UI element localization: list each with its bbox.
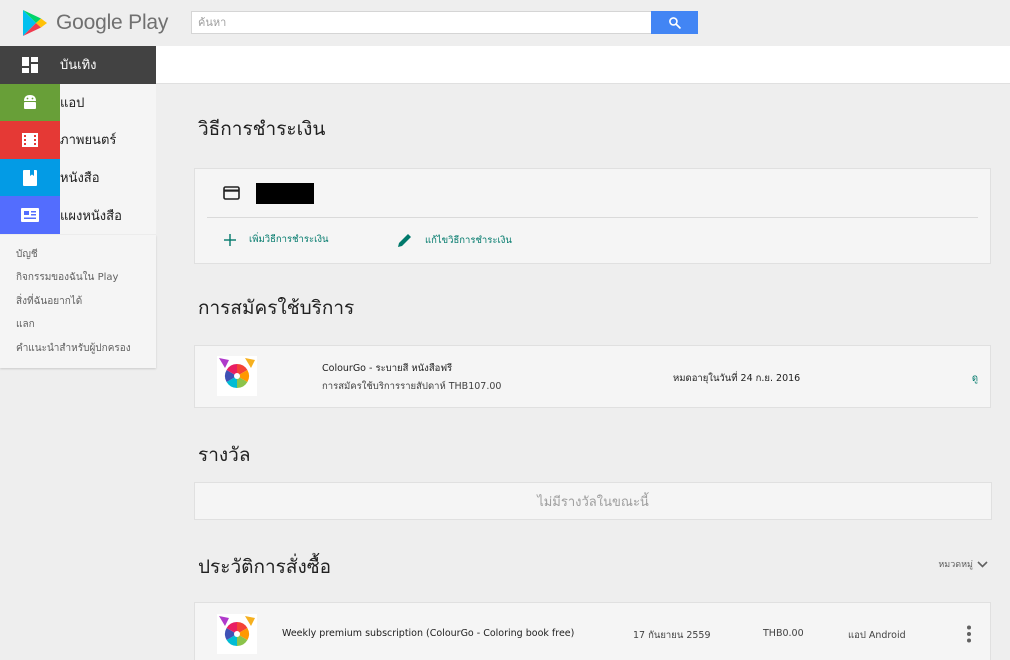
sidebar: บันเทิง แอป ภาพยนตร์ หนังสือ แผงหนังสือ … xyxy=(0,46,156,369)
edit-payment-label: แก้ไขวิธีการชำระเงิน xyxy=(425,234,512,246)
link-redeem[interactable]: แลก xyxy=(16,313,156,337)
rewards-empty-card: ไม่มีรางวัลในขณะนี้ xyxy=(194,482,992,520)
credit-card-icon xyxy=(223,186,240,200)
plus-icon xyxy=(224,233,236,246)
colourgo-app-icon[interactable] xyxy=(217,614,257,654)
sidebar-item-apps[interactable]: แอป xyxy=(0,83,156,122)
order-type: แอป Android xyxy=(848,630,906,641)
rewards-empty-text: ไม่มีรางวัลในขณะนี้ xyxy=(537,494,649,510)
search-bar xyxy=(191,11,698,34)
order-price: THB0.00 xyxy=(763,628,804,639)
subscription-detail: การสมัครใช้บริการรายสัปดาห์ THB107.00 xyxy=(322,381,502,392)
link-wishlist[interactable]: สิ่งที่ฉันอยากได้ xyxy=(16,290,156,314)
order-date: 17 กันยายน 2559 xyxy=(633,630,711,641)
play-logo-icon xyxy=(23,10,47,36)
rewards-title: รางวัล xyxy=(198,444,251,466)
divider xyxy=(207,217,978,218)
payment-methods-card: เพิ่มวิธีการชำระเงิน แก้ไขวิธีการชำระเงิ… xyxy=(194,168,991,264)
colourgo-app-icon[interactable] xyxy=(217,356,257,396)
link-account[interactable]: บัญชี xyxy=(16,243,156,267)
film-icon xyxy=(0,121,60,159)
link-parent-guide[interactable]: คำแนะนำสำหรับผู้ปกครอง xyxy=(16,337,156,361)
link-my-play-activity[interactable]: กิจกรรมของฉันใน Play xyxy=(16,266,156,290)
subscription-name: ColourGo - ระบายสี หนังสือฟรี xyxy=(322,363,453,374)
subscription-expiry: หมดอายุในวันที่ 24 ก.ย. 2016 xyxy=(673,373,801,384)
android-icon xyxy=(0,83,60,122)
brand-name: Google Play xyxy=(56,11,169,34)
edit-payment-method-button[interactable]: แก้ไขวิธีการชำระเงิน xyxy=(397,232,512,248)
redacted-card-number xyxy=(256,183,314,204)
sidebar-item-label: แผงหนังสือ xyxy=(60,208,122,224)
sidebar-item-newsstand[interactable]: แผงหนังสือ xyxy=(0,196,156,234)
content-header-strip xyxy=(156,46,1010,84)
subscription-row: ColourGo - ระบายสี หนังสือฟรี การสมัครใช… xyxy=(194,345,991,408)
sidebar-item-label: ภาพยนตร์ xyxy=(60,133,117,149)
main-content: วิธีการชำระเงิน เพิ่มวิธีการชำระเงิน แก้… xyxy=(156,84,1010,660)
top-bar: Google Play xyxy=(0,0,1010,46)
add-payment-method-button[interactable]: เพิ่มวิธีการชำระเงิน xyxy=(223,232,328,247)
search-input[interactable] xyxy=(191,11,651,34)
newsstand-icon xyxy=(0,196,60,234)
sidebar-item-label: หนังสือ xyxy=(60,171,100,187)
order-item-name: Weekly premium subscription (ColourGo - … xyxy=(282,628,575,639)
sidebar-item-books[interactable]: หนังสือ xyxy=(0,158,156,197)
entertainment-icon xyxy=(0,46,60,84)
search-button[interactable] xyxy=(651,11,698,34)
sidebar-item-entertainment[interactable]: บันเทิง xyxy=(0,46,156,84)
chevron-down-icon xyxy=(977,560,988,568)
search-icon xyxy=(669,17,681,29)
view-subscription-link[interactable]: ดู xyxy=(972,371,978,386)
more-options-button[interactable] xyxy=(966,625,972,647)
google-play-logo[interactable]: Google Play xyxy=(22,9,168,37)
subscriptions-title: การสมัครใช้บริการ xyxy=(198,297,355,319)
order-history-title: ประวัติการสั่งซื้อ xyxy=(198,556,332,578)
sidebar-item-label: แอป xyxy=(60,95,85,111)
sidebar-item-movies[interactable]: ภาพยนตร์ xyxy=(0,121,156,159)
category-filter-label: หมวดหมู่ xyxy=(938,560,973,570)
more-vert-icon xyxy=(967,625,971,643)
payment-methods-title: วิธีการชำระเงิน xyxy=(198,118,326,140)
sidebar-item-label: บันเทิง xyxy=(60,58,97,74)
book-icon xyxy=(0,158,60,197)
category-filter-dropdown[interactable]: หมวดหมู่ xyxy=(938,557,988,571)
pencil-icon xyxy=(398,234,411,247)
order-row: Weekly premium subscription (ColourGo - … xyxy=(194,602,991,660)
add-payment-label: เพิ่มวิธีการชำระเงิน xyxy=(249,234,329,245)
sidebar-links: บัญชี กิจกรรมของฉันใน Play สิ่งที่ฉันอยา… xyxy=(0,234,156,369)
